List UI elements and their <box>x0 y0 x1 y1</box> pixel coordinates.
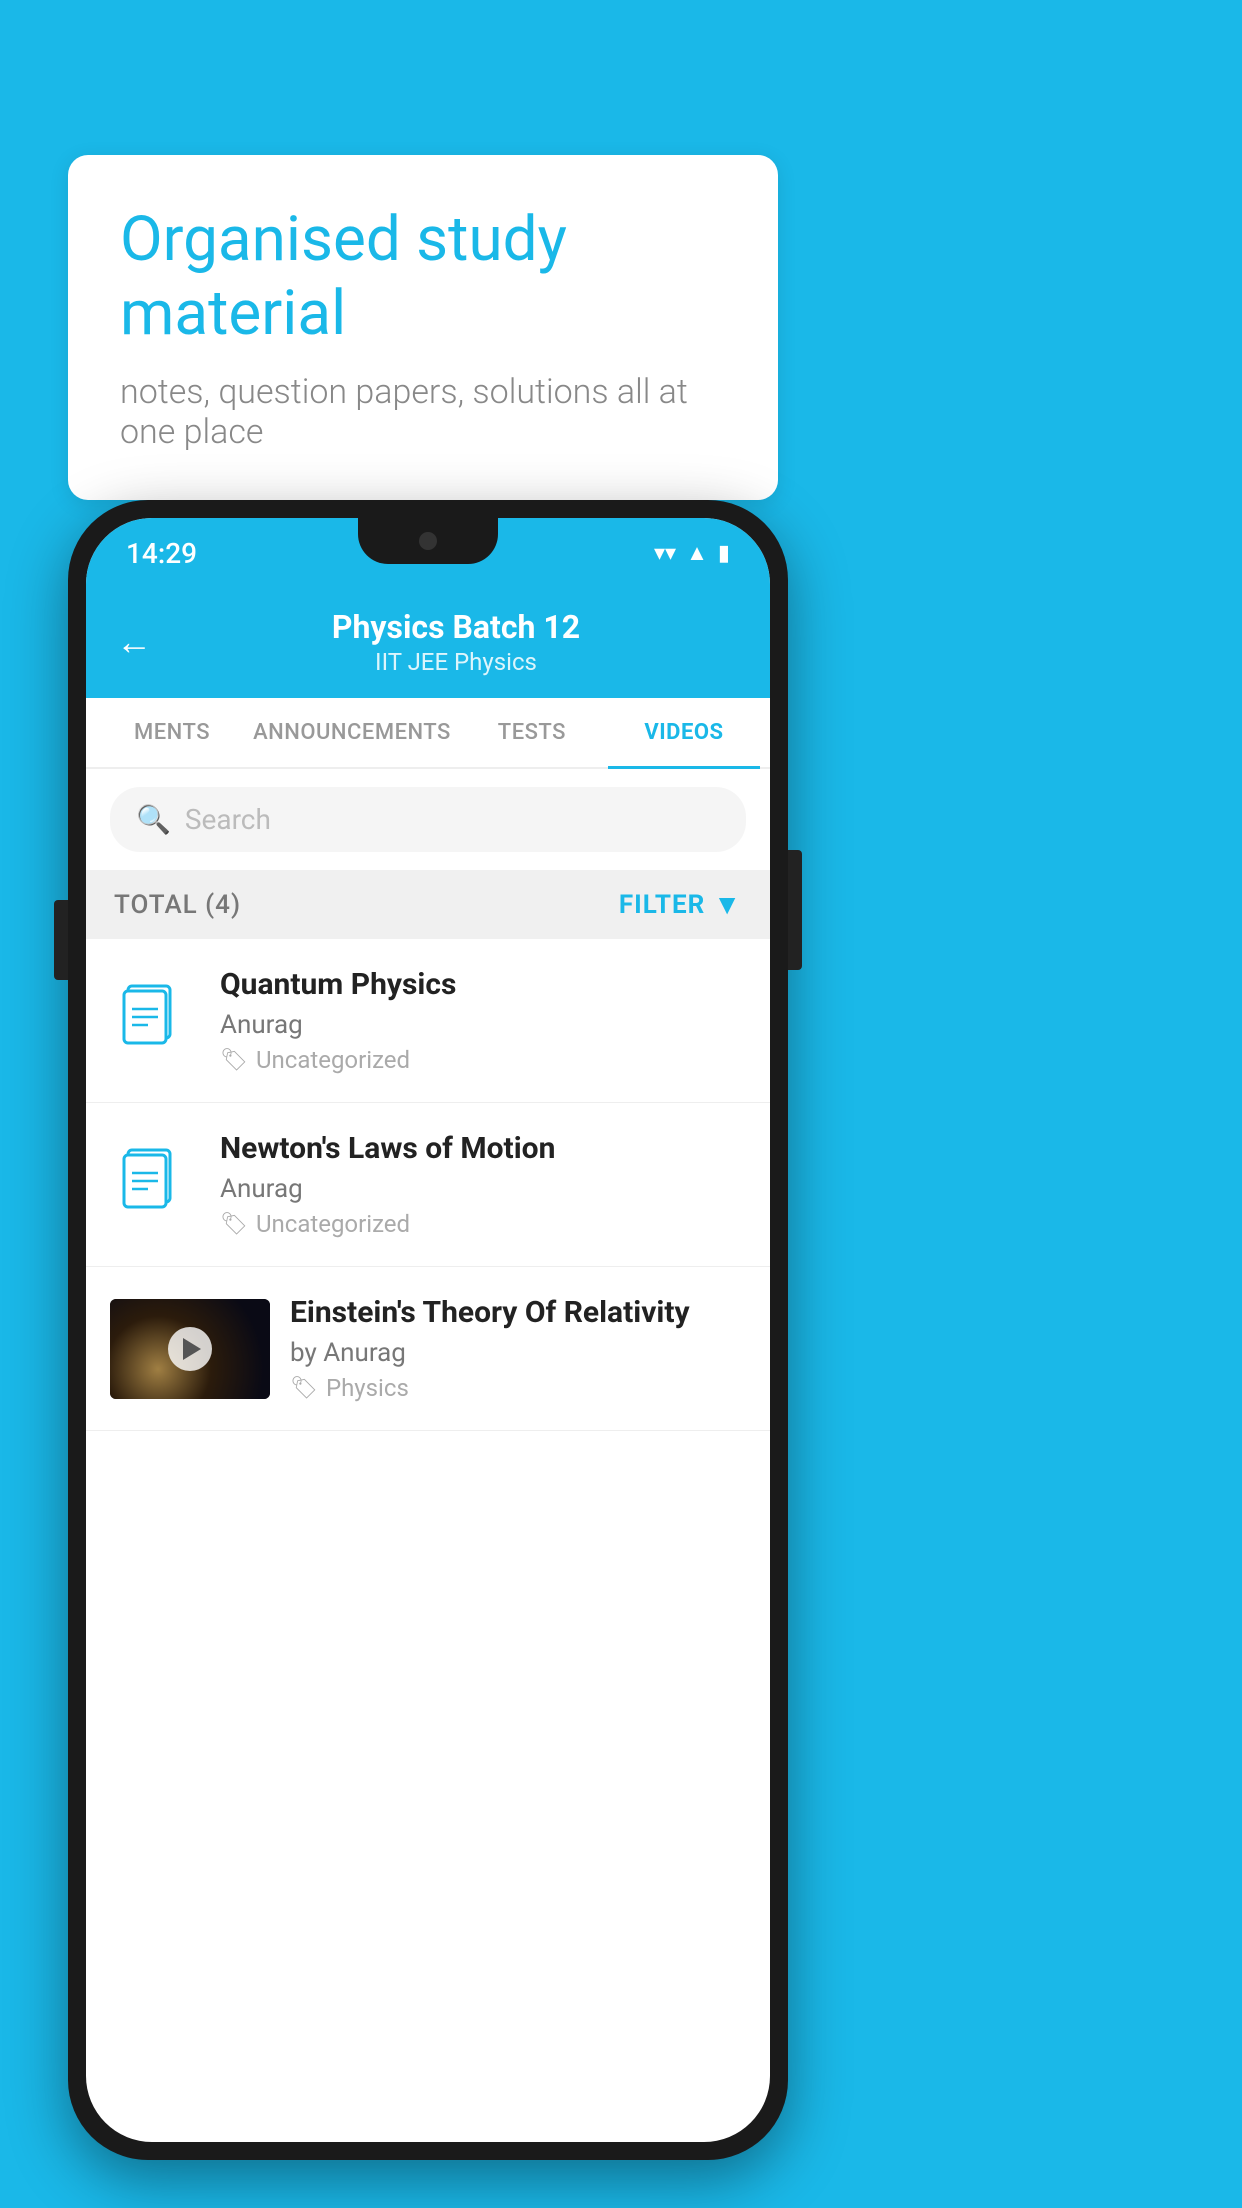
video-title: Quantum Physics <box>220 967 746 1002</box>
wifi-icon: ▾▾ <box>654 541 676 566</box>
video-author: Anurag <box>220 1174 746 1204</box>
video-info: Quantum Physics Anurag 🏷 Uncategorized <box>220 967 746 1074</box>
search-bar[interactable]: 🔍 Search <box>110 787 746 852</box>
tab-bar: MENTS ANNOUNCEMENTS TESTS VIDEOS <box>86 698 770 769</box>
speech-bubble: Organised study material notes, question… <box>68 155 778 500</box>
headline: Organised study material <box>120 203 726 352</box>
status-time: 14:29 <box>126 537 197 570</box>
play-icon <box>183 1338 201 1360</box>
status-bar: 14:29 ▾▾ ▲ ▮ <box>86 518 770 588</box>
list-item[interactable]: Quantum Physics Anurag 🏷 Uncategorized <box>86 939 770 1103</box>
play-button[interactable] <box>168 1327 212 1371</box>
tab-announcements[interactable]: ANNOUNCEMENTS <box>248 698 456 767</box>
tag-label: Physics <box>326 1374 409 1402</box>
notch <box>358 518 498 564</box>
video-info: Einstein's Theory Of Relativity by Anura… <box>290 1295 746 1402</box>
subtext: notes, question papers, solutions all at… <box>120 372 726 452</box>
video-list: Quantum Physics Anurag 🏷 Uncategorized <box>86 939 770 1431</box>
camera <box>419 532 437 550</box>
speech-bubble-card: Organised study material notes, question… <box>68 155 778 500</box>
batch-subtitle: IIT JEE Physics <box>172 648 740 676</box>
file-icon-container <box>110 1140 200 1230</box>
header-title-group: Physics Batch 12 IIT JEE Physics <box>172 608 740 676</box>
filter-button[interactable]: FILTER ▼ <box>619 888 742 921</box>
search-placeholder: Search <box>185 803 271 836</box>
video-tag: 🏷 Physics <box>290 1374 746 1402</box>
batch-title: Physics Batch 12 <box>172 608 740 646</box>
filter-icon: ▼ <box>713 888 742 921</box>
video-info: Newton's Laws of Motion Anurag 🏷 Uncateg… <box>220 1131 746 1238</box>
video-tag: 🏷 Uncategorized <box>220 1210 746 1238</box>
list-item[interactable]: Newton's Laws of Motion Anurag 🏷 Uncateg… <box>86 1103 770 1267</box>
video-author: by Anurag <box>290 1338 746 1368</box>
app-header: ← Physics Batch 12 IIT JEE Physics <box>86 588 770 698</box>
list-item[interactable]: Einstein's Theory Of Relativity by Anura… <box>86 1267 770 1431</box>
phone-mockup: 14:29 ▾▾ ▲ ▮ ← Physics Batch 12 IIT JEE … <box>68 500 788 2160</box>
back-button[interactable]: ← <box>116 621 152 663</box>
status-icons: ▾▾ ▲ ▮ <box>654 540 730 566</box>
battery-icon: ▮ <box>718 541 730 566</box>
tab-videos[interactable]: VIDEOS <box>608 698 760 767</box>
tab-ments[interactable]: MENTS <box>96 698 248 767</box>
tag-icon: 🏷 <box>220 1212 248 1237</box>
video-thumbnail <box>110 1299 270 1399</box>
tag-label: Uncategorized <box>256 1210 410 1238</box>
video-title: Newton's Laws of Motion <box>220 1131 746 1166</box>
video-author: Anurag <box>220 1010 746 1040</box>
tag-label: Uncategorized <box>256 1046 410 1074</box>
phone-outer: 14:29 ▾▾ ▲ ▮ ← Physics Batch 12 IIT JEE … <box>68 500 788 2160</box>
tag-icon: 🏷 <box>220 1048 248 1073</box>
file-icon <box>120 1145 190 1225</box>
tag-icon: 🏷 <box>290 1376 318 1401</box>
search-bar-container: 🔍 Search <box>86 769 770 870</box>
file-icon <box>120 981 190 1061</box>
filter-label: FILTER <box>619 890 705 920</box>
phone-screen: 14:29 ▾▾ ▲ ▮ ← Physics Batch 12 IIT JEE … <box>86 518 770 2142</box>
video-title: Einstein's Theory Of Relativity <box>290 1295 746 1330</box>
tab-tests[interactable]: TESTS <box>456 698 608 767</box>
filter-bar: TOTAL (4) FILTER ▼ <box>86 870 770 939</box>
signal-icon: ▲ <box>686 540 708 566</box>
file-icon-container <box>110 976 200 1066</box>
search-icon: 🔍 <box>136 803 171 836</box>
total-count: TOTAL (4) <box>114 890 241 920</box>
video-tag: 🏷 Uncategorized <box>220 1046 746 1074</box>
